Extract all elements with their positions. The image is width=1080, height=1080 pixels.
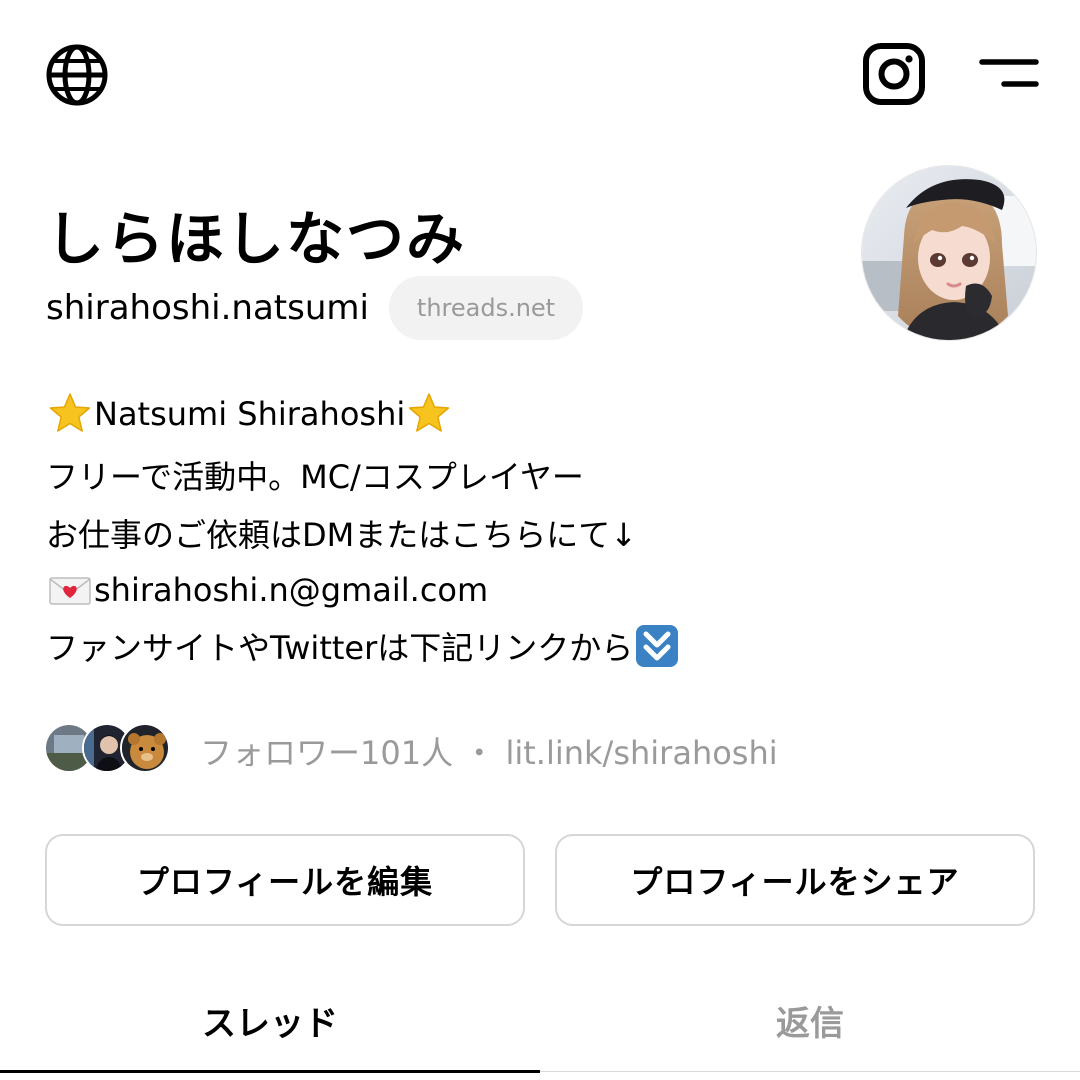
- threads-profile-page: しらほしなつみ shirahoshi.natsumi threads.net N…: [0, 0, 1080, 1080]
- bio-links-note: ファンサイトやTwitterは下記リンクから: [46, 629, 634, 667]
- bio-line-3: お仕事のご依頼はDMまたはこちらにて↓: [46, 516, 638, 554]
- active-tab-indicator: [0, 1070, 540, 1073]
- star-icon: [46, 390, 94, 438]
- username-handle: shirahoshi.natsumi: [46, 288, 369, 328]
- profile-avatar[interactable]: [861, 165, 1037, 341]
- share-profile-label: プロフィールをシェア: [630, 863, 960, 901]
- love-letter-icon: [46, 566, 94, 614]
- separator-dot: ・: [463, 734, 496, 772]
- globe-icon[interactable]: [44, 42, 110, 108]
- bio-line-2: フリーで活動中。MC/コスプレイヤー: [46, 458, 584, 496]
- double-down-arrow-icon: [633, 622, 681, 670]
- tab-replies-label: 返信: [776, 1003, 844, 1044]
- tab-threads-label: スレッド: [202, 1003, 338, 1044]
- follower-avatar: [120, 723, 170, 773]
- bio-line-1: Natsumi Shirahoshi: [46, 390, 453, 438]
- threads-domain-label: threads.net: [416, 294, 556, 322]
- followers-line: フォロワー101人 ・ lit.link/shirahoshi: [200, 728, 778, 774]
- edit-profile-button[interactable]: プロフィールを編集: [45, 834, 525, 926]
- tab-divider: [540, 1071, 1080, 1072]
- profile-photo: [862, 166, 1036, 340]
- follower-count[interactable]: フォロワー101人: [200, 734, 453, 772]
- edit-profile-label: プロフィールを編集: [136, 863, 434, 901]
- tab-threads[interactable]: スレッド: [0, 990, 540, 1050]
- display-name: しらほしなつみ: [46, 205, 467, 273]
- bio-line-4: shirahoshi.n@gmail.com: [46, 566, 488, 614]
- tab-replies[interactable]: 返信: [540, 990, 1080, 1050]
- bio-email-link[interactable]: shirahoshi.n@gmail.com: [94, 571, 488, 609]
- bio-name: Natsumi Shirahoshi: [94, 395, 406, 433]
- threads-domain-badge[interactable]: threads.net: [389, 276, 583, 340]
- star-icon: [405, 390, 453, 438]
- instagram-icon[interactable]: [862, 42, 926, 106]
- bio-line-5: ファンサイトやTwitterは下記リンクから: [46, 622, 681, 670]
- menu-icon[interactable]: [978, 54, 1040, 94]
- share-profile-button[interactable]: プロフィールをシェア: [555, 834, 1035, 926]
- follower-avatar-stack[interactable]: [44, 723, 176, 775]
- profile-external-link[interactable]: lit.link/shirahoshi: [505, 734, 777, 772]
